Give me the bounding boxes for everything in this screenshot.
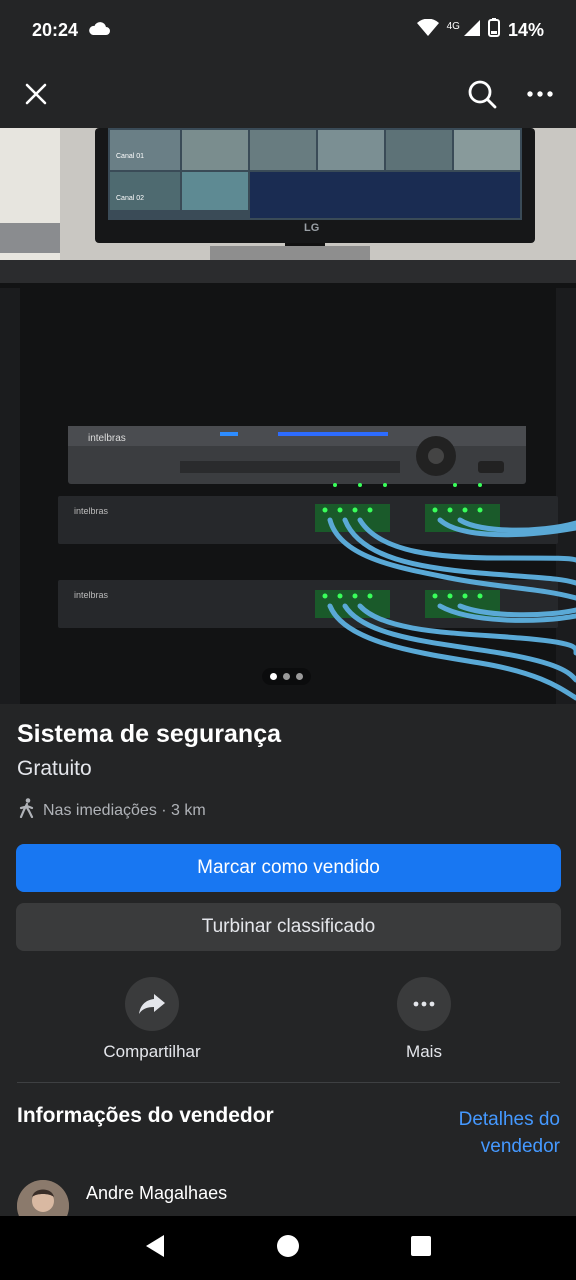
share-action[interactable]: Compartilhar — [72, 977, 232, 1062]
recents-icon[interactable] — [410, 1235, 432, 1262]
listing-photo[interactable]: Canal 01 Canal 02 LG intelbras intelbras… — [0, 128, 576, 704]
section-divider — [17, 1082, 560, 1083]
cloud-icon — [88, 20, 111, 41]
signal-icon — [463, 19, 480, 41]
search-icon[interactable] — [462, 74, 502, 114]
seller-details-line2[interactable]: vendedor — [459, 1133, 560, 1160]
wifi-icon — [416, 18, 439, 42]
system-nav-bar — [0, 1216, 576, 1280]
share-icon[interactable] — [125, 977, 179, 1031]
pager-dot[interactable] — [270, 673, 277, 680]
battery-icon — [487, 18, 500, 42]
screen-label-2: Canal 02 — [116, 195, 144, 202]
status-time: 20:24 — [32, 19, 79, 40]
more-dots-icon[interactable] — [397, 977, 451, 1031]
device-brand-3: intelbras — [74, 590, 109, 600]
seller-details-link[interactable]: Detalhes do vendedor — [459, 1106, 560, 1160]
battery-percent: 14% — [507, 19, 544, 40]
close-icon[interactable] — [16, 74, 56, 114]
listing-location: Nas imediações · 3 km — [17, 798, 206, 823]
more-icon[interactable] — [520, 74, 560, 114]
location-text: Nas imediações · 3 km — [43, 801, 206, 819]
listing-title: Sistema de segurança — [17, 720, 282, 748]
monitor-brand: LG — [304, 222, 319, 234]
pager-dot[interactable] — [283, 673, 290, 680]
pager-dot[interactable] — [296, 673, 303, 680]
mark-sold-button[interactable]: Marcar como vendido — [16, 844, 561, 892]
back-icon[interactable] — [144, 1234, 166, 1263]
boost-listing-button[interactable]: Turbinar classificado — [16, 903, 561, 951]
status-bar: 20:24 4G 14% — [0, 0, 576, 60]
seller-info-heading: Informações do vendedor — [17, 1104, 274, 1127]
listing-price: Gratuito — [17, 757, 92, 780]
network-type: 4G — [446, 20, 460, 32]
device-brand-2: intelbras — [74, 506, 109, 516]
share-label: Compartilhar — [103, 1042, 201, 1061]
seller-details-line1[interactable]: Detalhes do — [459, 1106, 560, 1133]
more-action[interactable]: Mais — [344, 977, 504, 1062]
device-brand-1: intelbras — [88, 433, 126, 444]
screen-label-1: Canal 01 — [116, 153, 144, 160]
home-icon[interactable] — [276, 1234, 300, 1263]
top-bar — [0, 60, 576, 128]
photo-pager[interactable] — [262, 668, 311, 685]
walking-icon — [17, 798, 37, 823]
more-label: Mais — [406, 1042, 442, 1061]
seller-name[interactable]: Andre Magalhaes — [86, 1183, 227, 1204]
